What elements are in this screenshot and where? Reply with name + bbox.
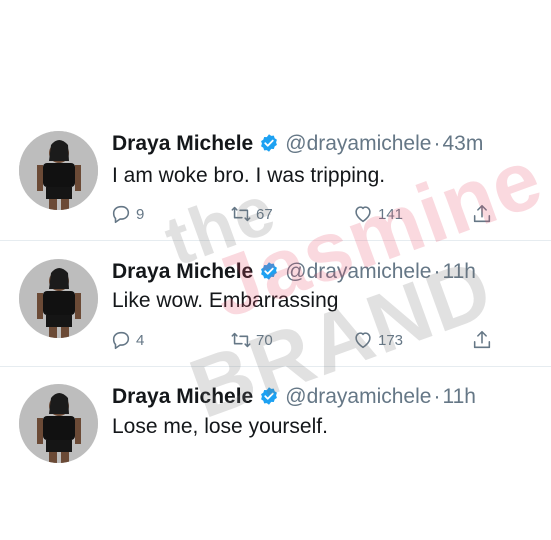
retweet-button[interactable]: 70: [230, 327, 273, 353]
reply-icon: [112, 205, 130, 224]
like-count: 141: [378, 205, 404, 223]
share-icon: [473, 204, 491, 223]
verified-icon: [259, 261, 279, 281]
tweet-text: I am woke bro. I was tripping.: [112, 164, 386, 187]
avatar[interactable]: [19, 131, 98, 210]
separator-dot: ·: [433, 132, 441, 155]
verified-icon: [259, 133, 279, 153]
retweet-icon: [231, 332, 251, 348]
timestamp[interactable]: 11h: [442, 385, 475, 408]
author-handle[interactable]: @drayamichele: [285, 385, 431, 408]
retweet-button[interactable]: 67: [230, 201, 273, 227]
like-button[interactable]: 141: [352, 201, 403, 227]
separator-dot: ·: [433, 260, 441, 283]
retweet-count: 70: [256, 331, 273, 349]
author-handle[interactable]: @drayamichele: [285, 132, 431, 155]
like-count: 173: [378, 331, 404, 349]
verified-icon: [259, 386, 279, 406]
reply-icon: [112, 331, 130, 350]
author-name[interactable]: Draya Michele: [112, 132, 253, 155]
reply-count: 4: [136, 331, 145, 349]
tweet[interactable]: Draya Michele @drayamichele·11h Like wow.…: [0, 241, 551, 366]
tweet-text: Like wow. Embarrassing: [112, 289, 339, 312]
share-icon: [473, 330, 491, 349]
tweet-actions: 4 70 173: [110, 327, 500, 353]
share-button[interactable]: [471, 201, 497, 227]
avatar[interactable]: [19, 259, 98, 338]
tweet-actions: 9 67 141: [110, 201, 500, 227]
timestamp[interactable]: 43m: [442, 132, 483, 155]
author-handle[interactable]: @drayamichele: [285, 260, 431, 283]
retweet-count: 67: [256, 205, 273, 223]
separator-dot: ·: [433, 385, 441, 408]
author-name[interactable]: Draya Michele: [112, 385, 253, 408]
reply-button[interactable]: 4: [110, 327, 144, 353]
share-button[interactable]: [471, 327, 497, 353]
author-name[interactable]: Draya Michele: [112, 260, 253, 283]
reply-count: 9: [136, 205, 145, 223]
timestamp[interactable]: 11h: [442, 260, 475, 283]
tweet[interactable]: Draya Michele @drayamichele·43m I am woke…: [0, 0, 551, 240]
like-icon: [355, 332, 371, 349]
tweet[interactable]: Draya Michele @drayamichele·11h Lose me, …: [0, 367, 551, 540]
retweet-icon: [231, 206, 251, 222]
avatar[interactable]: [19, 384, 98, 463]
reply-button[interactable]: 9: [110, 201, 144, 227]
tweet-text: Lose me, lose yourself.: [112, 415, 328, 438]
like-button[interactable]: 173: [352, 327, 403, 353]
like-icon: [355, 206, 371, 223]
